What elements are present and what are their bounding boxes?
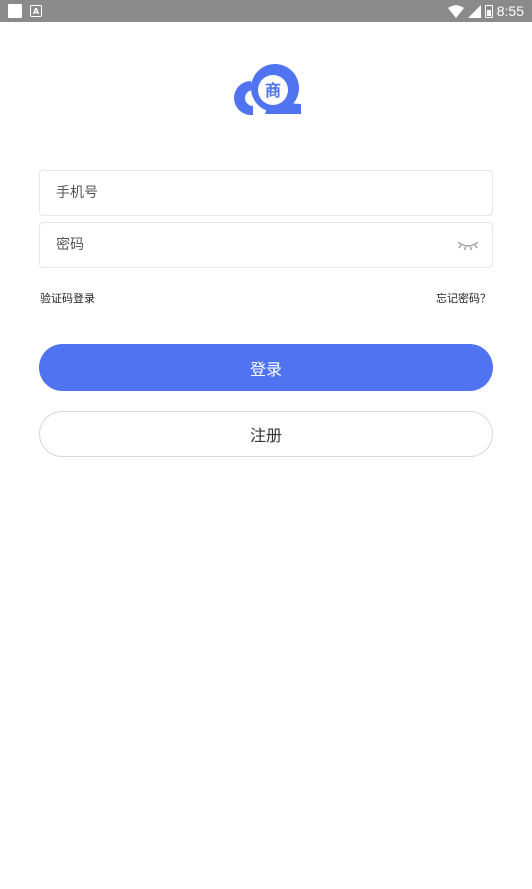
login-button[interactable]: 登录 [39,344,493,391]
phone-input[interactable] [56,171,436,215]
status-time: 8:55 [496,3,524,19]
phone-field [39,170,493,216]
password-input[interactable] [56,223,436,267]
logo-glyph: 商 [265,81,281,100]
status-bar-right: 8:55 [447,2,524,20]
login-screen: A 8:55 商 手机号 验证码登录 忘记密码？ 登录 注册 [0,0,532,889]
battery-icon [484,4,493,18]
forgot-password-link[interactable]: 忘记密码？ [436,290,491,306]
text-a-icon: A [30,5,42,17]
wifi-icon [447,4,464,18]
eye-closed-icon[interactable] [456,237,480,253]
register-button[interactable]: 注册 [39,411,493,457]
cell-signal-icon [467,4,481,18]
sms-login-link[interactable]: 验证码登录 [40,290,95,306]
status-bar: A 8:55 [0,0,532,22]
password-field [39,222,493,268]
status-bar-left: A [8,4,42,18]
notification-square-icon [8,4,22,18]
app-logo: 商 [234,64,301,115]
